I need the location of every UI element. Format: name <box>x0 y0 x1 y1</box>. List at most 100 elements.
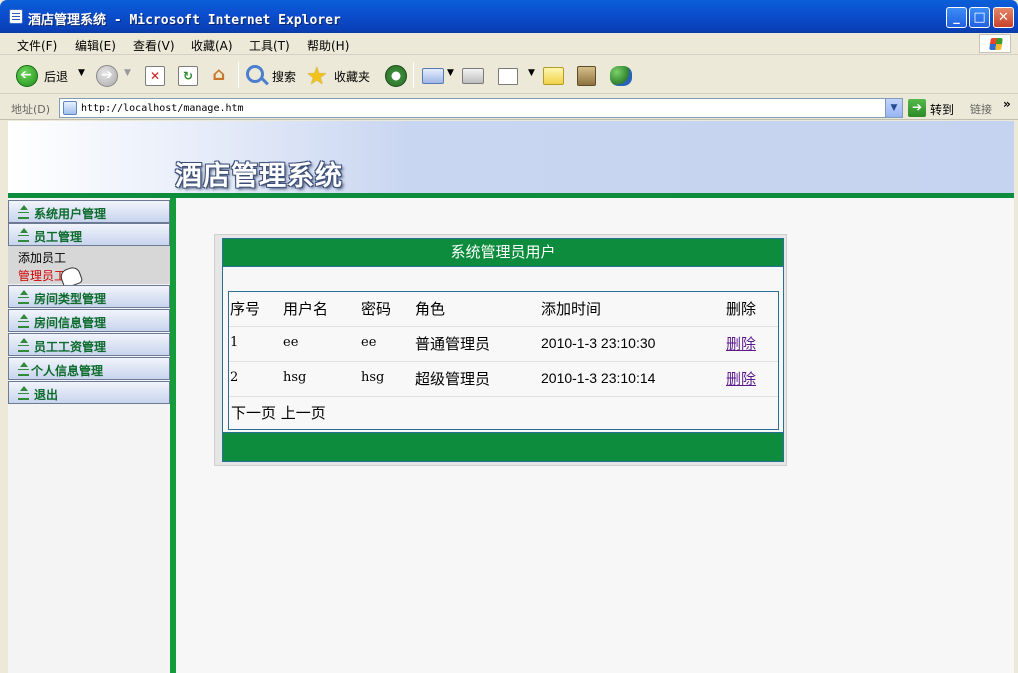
sidebar-item-salary[interactable]: 员工工资管理 <box>8 333 170 356</box>
window-title: 酒店管理系统 - Microsoft Internet Explorer <box>28 13 341 28</box>
back-label[interactable]: 后退 <box>44 68 68 85</box>
close-button[interactable]: ✕ <box>993 7 1014 28</box>
home-icon[interactable]: ⌂ <box>209 66 229 86</box>
sidebar-item-logout[interactable]: 退出 <box>8 381 170 404</box>
table-header-row: 序号 用户名 密码 角色 添加时间 删除 <box>229 292 778 327</box>
menu-tools[interactable]: 工具(T) <box>249 37 290 54</box>
cell-added-time: 2010-1-3 23:10:30 <box>541 335 656 351</box>
panel-footer <box>222 432 784 462</box>
mail-dropdown-icon[interactable]: ▼ <box>447 68 454 78</box>
links-chevron-icon[interactable]: » <box>1003 97 1011 111</box>
submenu-add-employee[interactable]: 添加员工 <box>18 249 66 266</box>
sidebar-item-personal-info[interactable]: 个人信息管理 <box>8 357 170 380</box>
mail-icon[interactable] <box>422 68 444 84</box>
windows-logo <box>979 34 1011 53</box>
banner-title: 酒店管理系统 <box>175 161 343 192</box>
links-button[interactable]: 链接 <box>970 101 992 117</box>
cell-password: hsg <box>361 370 385 385</box>
search-icon[interactable] <box>246 65 264 83</box>
cell-role: 普通管理员 <box>415 335 491 353</box>
page-banner: 酒店管理系统 <box>8 121 1014 193</box>
go-button[interactable]: 转到 <box>930 101 954 118</box>
sidebar-border <box>170 198 176 673</box>
sidebar-item-label: 房间类型管理 <box>34 292 107 306</box>
messenger-icon[interactable] <box>610 66 632 86</box>
ie-document-icon <box>9 9 23 24</box>
research-icon[interactable] <box>577 66 596 86</box>
upload-arrow-icon <box>18 290 29 304</box>
cell-index: 1 <box>230 335 239 350</box>
menu-help[interactable]: 帮助(H) <box>307 37 349 54</box>
cell-index: 2 <box>230 370 239 385</box>
sidebar-item-room-info[interactable]: 房间信息管理 <box>8 309 170 332</box>
upload-arrow-icon <box>18 362 29 376</box>
favorites-label[interactable]: 收藏夹 <box>334 68 370 85</box>
toolbar: 后退 ▼ ▼ ✕ ↻ ⌂ 搜索 ★ 收藏夹 ▼ ▼ <box>0 56 1018 94</box>
upload-arrow-icon <box>18 205 29 219</box>
print-icon[interactable] <box>462 68 484 84</box>
menu-view[interactable]: 查看(V) <box>133 37 175 54</box>
minimize-button[interactable]: _ <box>946 7 967 28</box>
sidebar-item-label: 个人信息管理 <box>31 364 104 378</box>
refresh-icon[interactable]: ↻ <box>178 66 198 86</box>
table-row: 2 hsg hsg 超级管理员 2010-1-3 23:10:14 删除 <box>229 362 778 397</box>
cell-password: ee <box>361 335 377 350</box>
history-icon[interactable] <box>385 65 407 87</box>
address-input[interactable] <box>81 100 881 116</box>
cell-added-time: 2010-1-3 23:10:14 <box>541 370 656 386</box>
sidebar-item-room-types[interactable]: 房间类型管理 <box>8 285 170 308</box>
cell-username: ee <box>283 335 299 350</box>
sidebar-item-label: 系统用户管理 <box>34 207 107 221</box>
search-label[interactable]: 搜索 <box>272 68 296 85</box>
back-dropdown-icon[interactable]: ▼ <box>78 68 85 78</box>
forward-arrow-icon[interactable] <box>96 65 118 87</box>
prev-page-link[interactable]: 上一页 <box>281 404 326 422</box>
cell-role: 超级管理员 <box>415 370 491 388</box>
menu-favorites[interactable]: 收藏(A) <box>191 37 233 54</box>
discuss-icon[interactable] <box>543 67 564 85</box>
employee-submenu: 添加员工 管理员工 <box>8 246 170 284</box>
pagination: 下一页 上一页 <box>231 402 326 423</box>
table-row: 1 ee ee 普通管理员 2010-1-3 23:10:30 删除 <box>229 327 778 362</box>
sidebar-item-employees[interactable]: 员工管理 <box>8 223 170 246</box>
sidebar-item-label: 员工工资管理 <box>34 340 107 354</box>
toolbar-separator <box>413 62 414 88</box>
cell-username: hsg <box>283 370 307 385</box>
menu-edit[interactable]: 编辑(E) <box>75 37 116 54</box>
delete-link[interactable]: 删除 <box>726 333 756 354</box>
menu-bar: 文件(F) 编辑(E) 查看(V) 收藏(A) 工具(T) 帮助(H) <box>0 33 1018 55</box>
stop-icon[interactable]: ✕ <box>145 66 165 86</box>
favorites-star-icon[interactable]: ★ <box>306 62 328 90</box>
go-arrow-icon[interactable]: ➔ <box>908 99 926 117</box>
column-header-index: 序号 <box>230 300 261 318</box>
column-header-role: 角色 <box>415 300 446 318</box>
delete-link[interactable]: 删除 <box>726 368 756 389</box>
sidebar-item-label: 房间信息管理 <box>34 316 107 330</box>
windows-flag-icon <box>989 38 1003 50</box>
address-field[interactable]: ▼ <box>59 98 903 118</box>
page-viewport: 酒店管理系统 系统用户管理 员工管理 添加员工 管理员工 房间类型管理 房间信息… <box>8 121 1014 673</box>
title-bar[interactable]: 酒店管理系统 - Microsoft Internet Explorer _ □… <box>0 0 1018 33</box>
page-icon <box>63 101 77 115</box>
column-header-added-time: 添加时间 <box>541 300 602 318</box>
menu-file[interactable]: 文件(F) <box>17 37 57 54</box>
upload-arrow-icon <box>18 228 29 242</box>
maximize-button[interactable]: □ <box>969 7 990 28</box>
admin-users-table: 序号 用户名 密码 角色 添加时间 删除 1 ee ee 普通管理员 2010-… <box>228 291 779 430</box>
edit-icon[interactable] <box>498 68 518 85</box>
address-label: 地址(D) <box>11 103 51 116</box>
back-arrow-icon[interactable] <box>16 65 38 87</box>
panel-body: 序号 用户名 密码 角色 添加时间 删除 1 ee ee 普通管理员 2010-… <box>222 267 784 432</box>
address-bar: 地址(D) ▼ ➔ 转到 链接 » <box>0 95 1018 120</box>
sidebar-item-system-users[interactable]: 系统用户管理 <box>8 200 170 223</box>
admin-users-panel: 系统管理员用户 序号 用户名 密码 角色 添加时间 删除 1 ee ee 普通管… <box>214 234 787 466</box>
sidebar-item-label: 员工管理 <box>34 230 83 244</box>
edit-dropdown-icon[interactable]: ▼ <box>528 68 535 78</box>
next-page-link[interactable]: 下一页 <box>231 404 276 422</box>
column-header-delete: 删除 <box>726 300 757 318</box>
column-header-username: 用户名 <box>283 300 329 318</box>
address-dropdown-icon[interactable]: ▼ <box>885 99 902 117</box>
forward-dropdown-icon[interactable]: ▼ <box>124 68 131 78</box>
submenu-manage-employee[interactable]: 管理员工 <box>18 267 66 284</box>
panel-title: 系统管理员用户 <box>222 238 784 267</box>
